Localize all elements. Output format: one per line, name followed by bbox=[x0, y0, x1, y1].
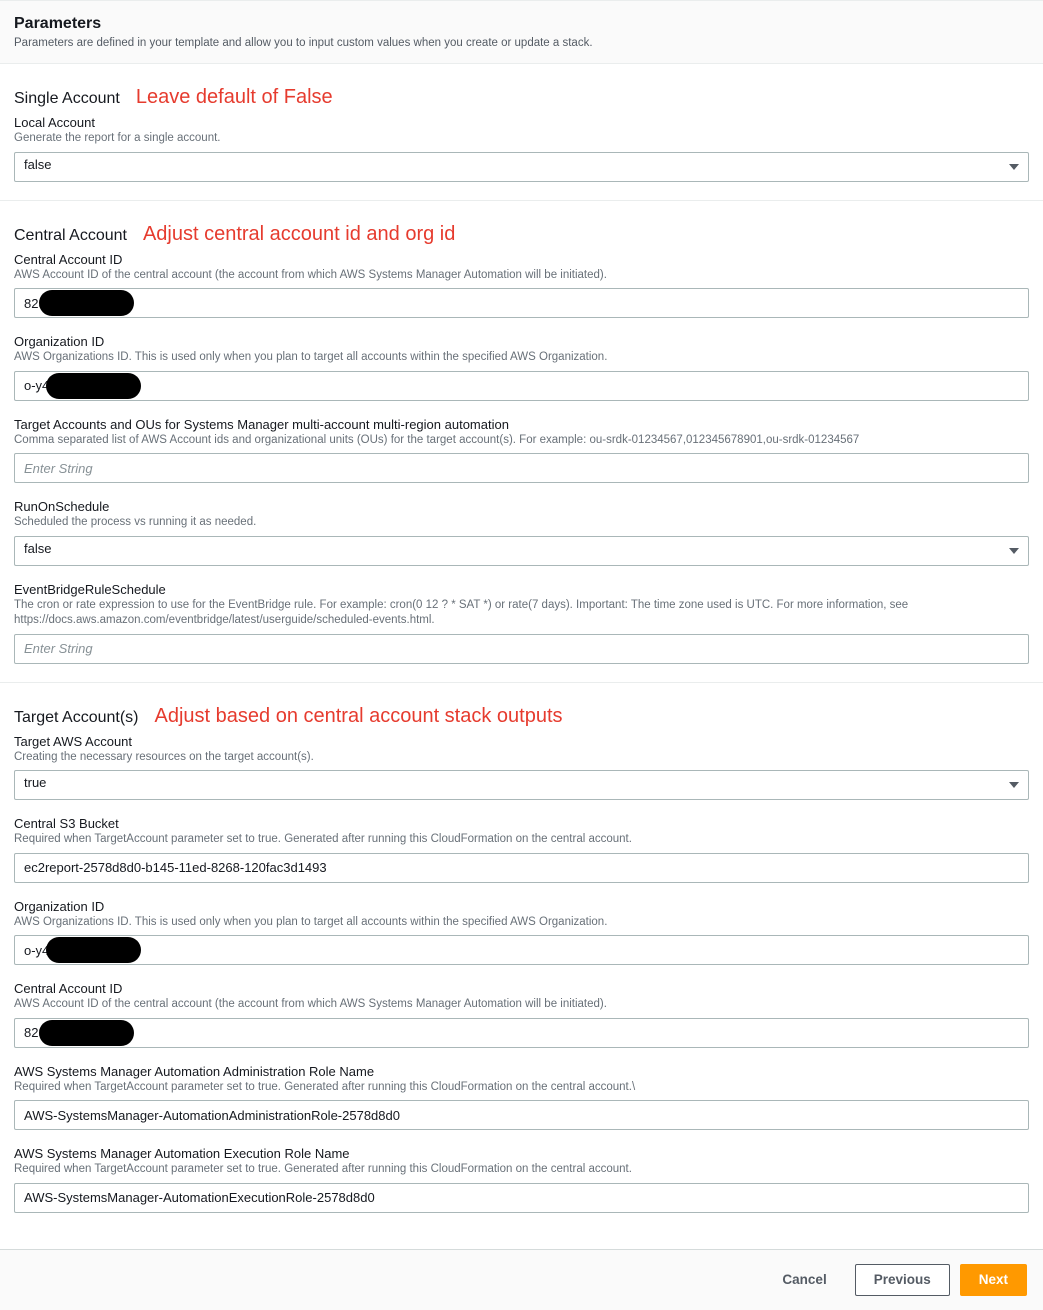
local-account-select[interactable]: false bbox=[14, 152, 1029, 182]
redaction-mark bbox=[39, 290, 134, 316]
previous-button[interactable]: Previous bbox=[855, 1264, 950, 1296]
central-account-id-2-input[interactable] bbox=[14, 1018, 1029, 1048]
run-on-schedule-label: RunOnSchedule bbox=[14, 499, 1029, 514]
parameters-header: Parameters Parameters are defined in you… bbox=[0, 0, 1043, 64]
eventbridge-rule-input[interactable] bbox=[14, 634, 1029, 664]
annotation-central: Adjust central account id and org id bbox=[143, 223, 455, 246]
cancel-button[interactable]: Cancel bbox=[764, 1264, 844, 1296]
run-on-schedule-select[interactable]: false bbox=[14, 536, 1029, 566]
annotation-single: Leave default of False bbox=[136, 86, 333, 109]
target-accounts-input[interactable] bbox=[14, 453, 1029, 483]
organization-id-2-hint: AWS Organizations ID. This is used only … bbox=[14, 915, 1029, 931]
run-on-schedule-hint: Scheduled the process vs running it as n… bbox=[14, 515, 1029, 531]
organization-id-2-label: Organization ID bbox=[14, 899, 1029, 914]
redaction-mark bbox=[39, 1020, 134, 1046]
redaction-mark bbox=[46, 373, 141, 399]
central-s3-bucket-input[interactable] bbox=[14, 853, 1029, 883]
target-accounts-hint: Comma separated list of AWS Account ids … bbox=[14, 433, 1029, 449]
central-account-id-input[interactable] bbox=[14, 288, 1029, 318]
section-target-accounts: Target Account(s) bbox=[14, 709, 139, 727]
redaction-mark bbox=[46, 937, 141, 963]
admin-role-label: AWS Systems Manager Automation Administr… bbox=[14, 1064, 1029, 1079]
annotation-target: Adjust based on central account stack ou… bbox=[155, 705, 563, 728]
central-account-id-hint: AWS Account ID of the central account (t… bbox=[14, 268, 1029, 284]
divider bbox=[0, 682, 1043, 683]
organization-id-label: Organization ID bbox=[14, 334, 1029, 349]
organization-id-hint: AWS Organizations ID. This is used only … bbox=[14, 350, 1029, 366]
central-account-id-label: Central Account ID bbox=[14, 252, 1029, 267]
admin-role-input[interactable] bbox=[14, 1100, 1029, 1130]
central-s3-bucket-hint: Required when TargetAccount parameter se… bbox=[14, 832, 1029, 848]
target-aws-account-select[interactable]: true bbox=[14, 770, 1029, 800]
section-single-account: Single Account bbox=[14, 90, 120, 108]
local-account-label: Local Account bbox=[14, 115, 1029, 130]
target-aws-account-label: Target AWS Account bbox=[14, 734, 1029, 749]
target-accounts-label: Target Accounts and OUs for Systems Mana… bbox=[14, 417, 1029, 432]
central-s3-bucket-label: Central S3 Bucket bbox=[14, 816, 1029, 831]
target-aws-account-hint: Creating the necessary resources on the … bbox=[14, 750, 1029, 766]
organization-id-input[interactable] bbox=[14, 371, 1029, 401]
eventbridge-rule-label: EventBridgeRuleSchedule bbox=[14, 582, 1029, 597]
section-central-account: Central Account bbox=[14, 227, 127, 245]
eventbridge-rule-hint: The cron or rate expression to use for t… bbox=[14, 598, 1029, 629]
footer-actions: Cancel Previous Next bbox=[0, 1249, 1043, 1310]
exec-role-hint: Required when TargetAccount parameter se… bbox=[14, 1162, 1029, 1178]
organization-id-2-input[interactable] bbox=[14, 935, 1029, 965]
exec-role-input[interactable] bbox=[14, 1183, 1029, 1213]
page-description: Parameters are defined in your template … bbox=[14, 37, 1029, 49]
local-account-hint: Generate the report for a single account… bbox=[14, 131, 1029, 147]
page-title: Parameters bbox=[14, 15, 1029, 33]
next-button[interactable]: Next bbox=[960, 1264, 1027, 1296]
central-account-id-2-hint: AWS Account ID of the central account (t… bbox=[14, 997, 1029, 1013]
divider bbox=[0, 200, 1043, 201]
exec-role-label: AWS Systems Manager Automation Execution… bbox=[14, 1146, 1029, 1161]
admin-role-hint: Required when TargetAccount parameter se… bbox=[14, 1080, 1029, 1096]
central-account-id-2-label: Central Account ID bbox=[14, 981, 1029, 996]
